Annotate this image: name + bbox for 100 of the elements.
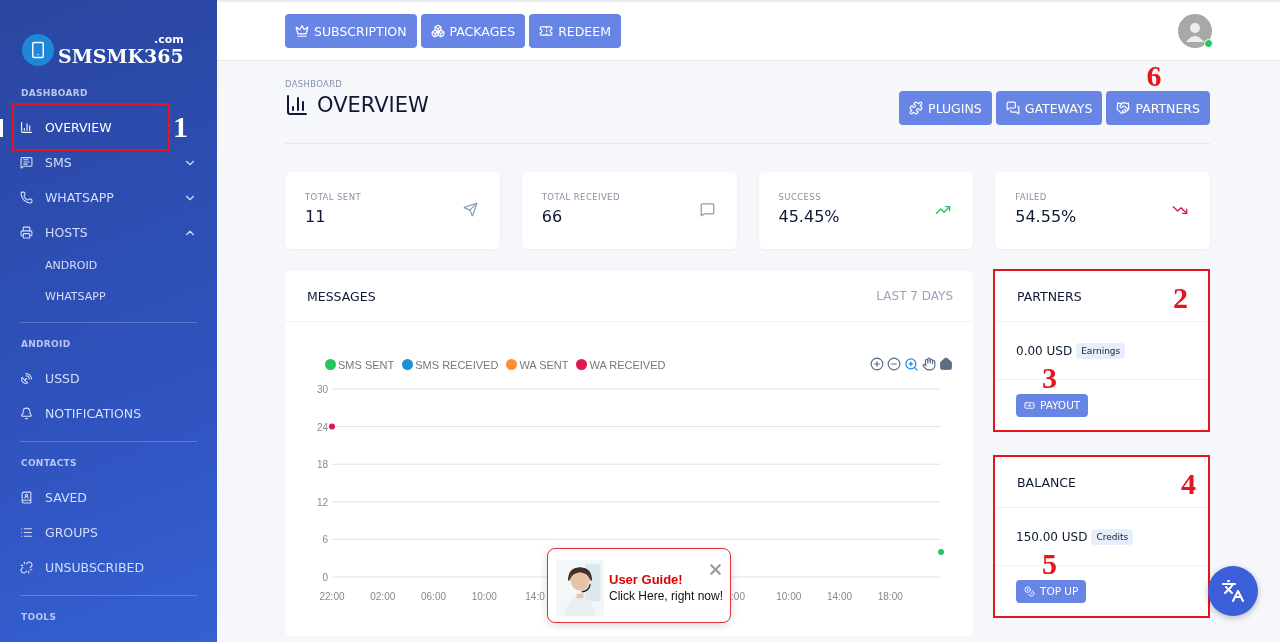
chart-icon [285, 93, 309, 117]
nav-label: UNSUBSCRIBED [45, 560, 145, 575]
nav-item[interactable]: OVERVIEW [20, 110, 112, 145]
nav-label: SMS [45, 155, 72, 170]
nav-item[interactable]: UNSUBSCRIBED [20, 550, 145, 585]
annotation-number: 1 [173, 112, 188, 142]
nav-icon [20, 191, 33, 204]
nav-label: HOSTS [45, 225, 88, 240]
nav-icon [20, 407, 33, 420]
axis-label: 10:00 [471, 591, 497, 602]
annotation-number: 6 [1146, 61, 1162, 91]
annotation-number: 5 [1042, 548, 1057, 579]
action-button[interactable]: GATEWAYS [995, 91, 1103, 125]
crown-icon [295, 24, 309, 38]
axis-label: 0 [322, 572, 328, 583]
logo-text: SMSMK365 [58, 47, 184, 66]
nav-item[interactable]: WHATSAPP [20, 180, 197, 215]
axis-label: 02:00 [370, 591, 396, 602]
axis-label: 18 [316, 459, 328, 471]
annotation-number: 2 [1173, 283, 1188, 313]
stat-value: 66 [541, 207, 564, 226]
nav-icon [20, 226, 33, 239]
nav-label: USSD [45, 371, 80, 386]
popup-title: User Guide! [609, 572, 683, 587]
nav-item[interactable]: USSD [20, 361, 80, 396]
puzzle-icon [909, 101, 924, 115]
legend-item[interactable]: WA RECEIVED [576, 358, 666, 371]
amount: 0.00 USD [1016, 343, 1073, 358]
stat-label: SUCCESS [778, 192, 822, 202]
axis-label: :00 [731, 591, 745, 602]
ticket-icon [539, 24, 554, 38]
translate-icon [1221, 579, 1245, 603]
stat-label: TOTAL RECEIVED [541, 192, 620, 202]
close-icon[interactable] [707, 561, 724, 578]
nav-subitem[interactable]: ANDROID [20, 250, 197, 281]
annotation-number: 3 [1042, 362, 1057, 393]
send-icon [462, 202, 478, 217]
home-icon[interactable] [939, 357, 953, 371]
nav-label: WHATSAPP [45, 190, 114, 205]
range-label: LAST 7 DAYS [876, 289, 953, 303]
axis-label: 06:00 [421, 591, 446, 602]
nav-item[interactable]: SAVED [20, 480, 87, 515]
nav-subitem[interactable]: WHATSAPP [20, 281, 197, 312]
axis-label: 24 [316, 421, 328, 433]
search-icon[interactable] [904, 357, 919, 372]
hand-icon[interactable] [922, 357, 936, 371]
user-guide-popup[interactable]: User Guide! Click Here, right now! [547, 548, 731, 623]
nav-icon [20, 526, 33, 539]
handshake-icon [1116, 101, 1131, 115]
nav-icon [20, 561, 33, 574]
nav-item[interactable]: GROUPS [20, 515, 98, 550]
axis-label: 6 [322, 534, 328, 546]
message-icon [699, 202, 715, 217]
axis-label: 14:0 [525, 591, 545, 602]
nav-label: OVERVIEW [45, 120, 112, 135]
amount: 150.00 USD [1016, 529, 1088, 544]
page-title: OVERVIEW [317, 93, 429, 117]
popup-text: Click Here, right now! [609, 589, 724, 603]
nav-item[interactable]: NOTIFICATIONS [20, 396, 142, 431]
nav-icon [20, 491, 33, 504]
zoom-out-icon[interactable] [887, 357, 901, 371]
axis-label: 12 [316, 496, 328, 508]
coins-icon [1024, 585, 1035, 597]
section-title: TOOLS [21, 612, 58, 622]
section-title: DASHBOARD [21, 88, 89, 98]
nav-item[interactable]: HOSTS [20, 215, 197, 250]
logo-suffix: .com [153, 34, 184, 45]
nav-label: NOTIFICATIONS [45, 406, 142, 421]
amount-badge: Credits [1091, 528, 1134, 545]
legend-item[interactable]: SMS RECEIVED [402, 358, 499, 371]
legend-item[interactable]: WA SENT [506, 358, 569, 371]
section-title: CONTACTS [21, 458, 78, 468]
nav-label: GROUPS [45, 525, 98, 540]
translate-button[interactable] [1208, 566, 1258, 616]
user-silhouette-icon [1184, 20, 1206, 42]
nav-item[interactable]: SMS [20, 145, 197, 180]
section-title: ANDROID [21, 339, 72, 349]
logo-icon [22, 34, 54, 66]
stat-label: TOTAL SENT [305, 192, 361, 202]
legend-item[interactable]: SMS SENT [325, 358, 395, 371]
card-title: MESSAGES [307, 288, 376, 304]
card-title: BALANCE [1017, 474, 1076, 490]
boxes-icon [430, 24, 445, 38]
banknote-icon [1024, 399, 1035, 411]
header-button[interactable]: SUBSCRIPTION [285, 14, 417, 48]
chat-icon [1005, 101, 1020, 115]
data-point [329, 423, 335, 430]
axis-label: 22:00 [319, 591, 345, 602]
header-button[interactable]: PACKAGES [420, 14, 526, 48]
card-title: PARTNERS [1017, 288, 1082, 304]
nav-label: SAVED [45, 490, 87, 505]
stat-value: 45.45% [778, 207, 840, 226]
action-button[interactable]: PLUGINS [899, 91, 992, 125]
axis-label: 30 [316, 384, 328, 395]
nav-icon [20, 121, 33, 134]
header-button[interactable]: REDEEM [529, 14, 621, 48]
axis-label: 18:00 [877, 591, 903, 602]
zoom-in-icon[interactable] [870, 357, 884, 371]
axis-label: 14:00 [827, 591, 852, 602]
stat-value: 11 [305, 207, 327, 226]
